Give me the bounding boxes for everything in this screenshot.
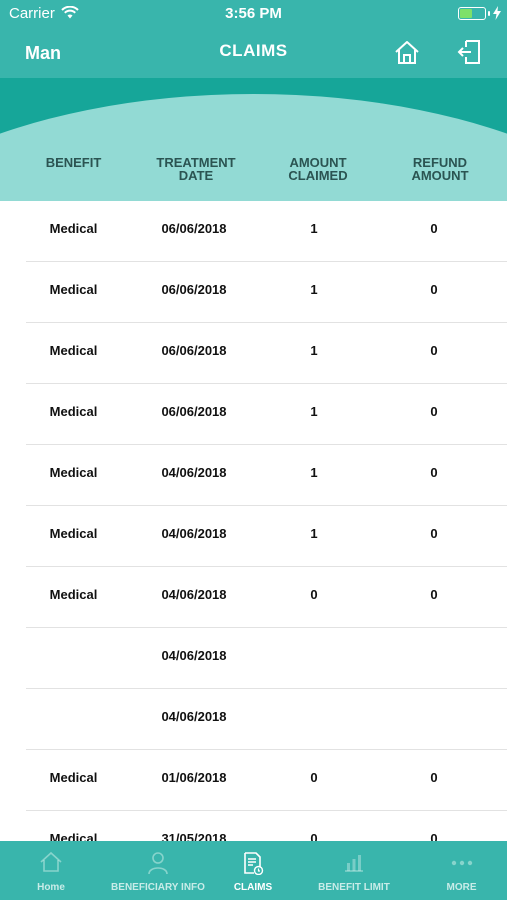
cell-amount-claimed: 0: [310, 770, 318, 785]
person-icon: [148, 852, 168, 875]
cell-treatment-date: 06/06/2018: [161, 221, 227, 236]
cell-refund-amount: 0: [430, 587, 438, 602]
cell-amount-claimed: 1: [310, 404, 318, 419]
page-title: CLAIMS: [219, 41, 288, 60]
tab-home[interactable]: Home: [0, 841, 102, 900]
nav-bar: Man CLAIMS: [0, 28, 507, 78]
table-row[interactable]: Medical 31/05/2018 0 0: [0, 811, 507, 841]
battery-tip: [488, 11, 490, 16]
tab-benefit-limit[interactable]: BENEFIT LIMIT: [292, 841, 416, 900]
cell-treatment-date: 04/06/2018: [161, 465, 227, 480]
logout-icon[interactable]: [456, 38, 484, 66]
cell-benefit: Medical: [49, 404, 98, 419]
status-bar: Carrier 3:56 PM: [0, 0, 507, 28]
cell-treatment-date: 04/06/2018: [161, 648, 227, 663]
cell-benefit: Medical: [49, 343, 98, 358]
table-header: BENEFIT TREATMENT DATE AMOUNT CLAIMED RE…: [0, 78, 507, 201]
cell-treatment-date: 06/06/2018: [161, 404, 227, 419]
claims-document-icon: [244, 852, 264, 875]
cell-benefit: Medical: [49, 526, 98, 541]
charging-bolt-icon: [493, 6, 501, 20]
home-icon: [40, 851, 62, 872]
tab-label: BENEFIT LIMIT: [318, 882, 390, 893]
cell-amount-claimed: 1: [310, 343, 318, 358]
table-row[interactable]: Medical 04/06/2018 1 0: [0, 445, 507, 506]
tab-label: CLAIMS: [233, 882, 273, 893]
tab-beneficiary-info[interactable]: BENEFICIARY INFO: [102, 841, 214, 900]
cell-treatment-date: 31/05/2018: [161, 831, 227, 841]
cell-refund-amount: 0: [430, 343, 438, 358]
tab-label: MORE: [446, 882, 477, 893]
tab-bar: Home BENEFICIARY INFO CLAIMS BENEFIT LIM…: [0, 841, 507, 900]
cell-benefit: Medical: [49, 587, 98, 602]
cell-treatment-date: 04/06/2018: [161, 709, 227, 724]
table-row[interactable]: 04/06/2018: [0, 689, 507, 750]
table-row[interactable]: Medical 01/06/2018 0 0: [0, 750, 507, 811]
battery-icon: [458, 7, 486, 20]
cell-benefit: Medical: [49, 831, 98, 841]
table-row[interactable]: Medical 06/06/2018 1 0: [0, 201, 507, 262]
cell-treatment-date: 01/06/2018: [161, 770, 227, 785]
table-row[interactable]: Medical 06/06/2018 1 0: [0, 323, 507, 384]
cell-refund-amount: 0: [430, 282, 438, 297]
table-row[interactable]: Medical 04/06/2018 1 0: [0, 506, 507, 567]
table-row[interactable]: 04/06/2018: [0, 628, 507, 689]
cell-refund-amount: 0: [430, 221, 438, 236]
cell-refund-amount: 0: [430, 404, 438, 419]
cell-treatment-date: 06/06/2018: [161, 282, 227, 297]
cell-amount-claimed: 0: [310, 831, 318, 841]
cell-refund-amount: 0: [430, 465, 438, 480]
cell-refund-amount: 0: [430, 526, 438, 541]
tab-label: Home: [37, 882, 65, 893]
table-row[interactable]: Medical 04/06/2018 0 0: [0, 567, 507, 628]
cell-treatment-date: 04/06/2018: [161, 526, 227, 541]
cell-benefit: Medical: [49, 465, 98, 480]
column-header-treatment-date: TREATMENT DATE: [156, 155, 236, 183]
table-row[interactable]: Medical 06/06/2018 1 0: [0, 262, 507, 323]
cell-amount-claimed: 1: [310, 465, 318, 480]
cell-benefit: Medical: [49, 770, 98, 785]
cell-amount-claimed: 1: [310, 526, 318, 541]
cell-refund-amount: 0: [430, 831, 438, 841]
table-row[interactable]: Medical 06/06/2018 1 0: [0, 384, 507, 445]
home-icon[interactable]: [393, 39, 421, 67]
chart-icon: [345, 855, 363, 872]
cell-amount-claimed: 1: [310, 282, 318, 297]
tab-claims[interactable]: CLAIMS: [214, 841, 292, 900]
cell-benefit: Medical: [49, 282, 98, 297]
column-header-amount-claimed: AMOUNT CLAIMED: [288, 155, 348, 183]
cell-treatment-date: 04/06/2018: [161, 587, 227, 602]
more-dots-icon: [451, 860, 472, 866]
cell-treatment-date: 06/06/2018: [161, 343, 227, 358]
cell-refund-amount: 0: [430, 770, 438, 785]
column-header-benefit: BENEFIT: [45, 155, 102, 170]
status-time: 3:56 PM: [225, 5, 282, 22]
claims-table: Medical 06/06/2018 1 0 Medical 06/06/201…: [0, 201, 507, 841]
cell-amount-claimed: 0: [310, 587, 318, 602]
tab-more[interactable]: MORE: [416, 841, 507, 900]
column-header-refund-amount: REFUND AMOUNT: [411, 155, 469, 183]
tab-label: BENEFICIARY INFO: [111, 882, 205, 893]
cell-benefit: Medical: [49, 221, 98, 236]
cell-amount-claimed: 1: [310, 221, 318, 236]
